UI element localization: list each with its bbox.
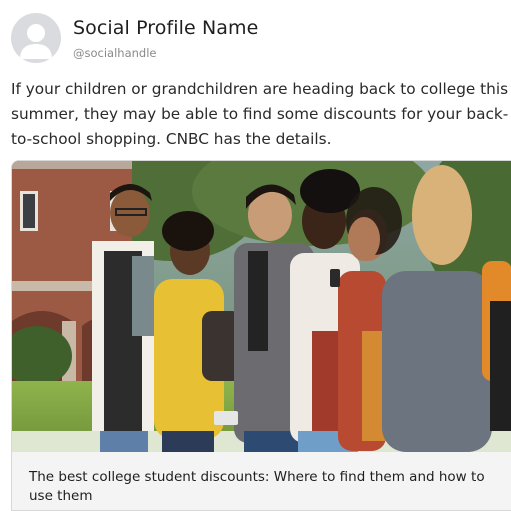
user-silhouette-icon	[20, 24, 52, 59]
link-preview-title[interactable]: The best college student discounts: Wher…	[29, 468, 499, 506]
profile-name[interactable]: Social Profile Name	[73, 16, 258, 40]
link-preview-image[interactable]	[12, 161, 511, 452]
avatar[interactable]	[11, 13, 61, 63]
post-text: If your children or grandchildren are he…	[11, 80, 509, 148]
profile-names: Social Profile Name @socialhandle	[73, 16, 258, 60]
social-post: Social Profile Name @socialhandle If you…	[0, 0, 511, 511]
students-walking-photo	[12, 161, 511, 452]
link-preview-card[interactable]: The best college student discounts: Wher…	[11, 160, 511, 511]
profile-handle[interactable]: @socialhandle	[73, 46, 258, 60]
post-header: Social Profile Name @socialhandle	[11, 13, 258, 65]
